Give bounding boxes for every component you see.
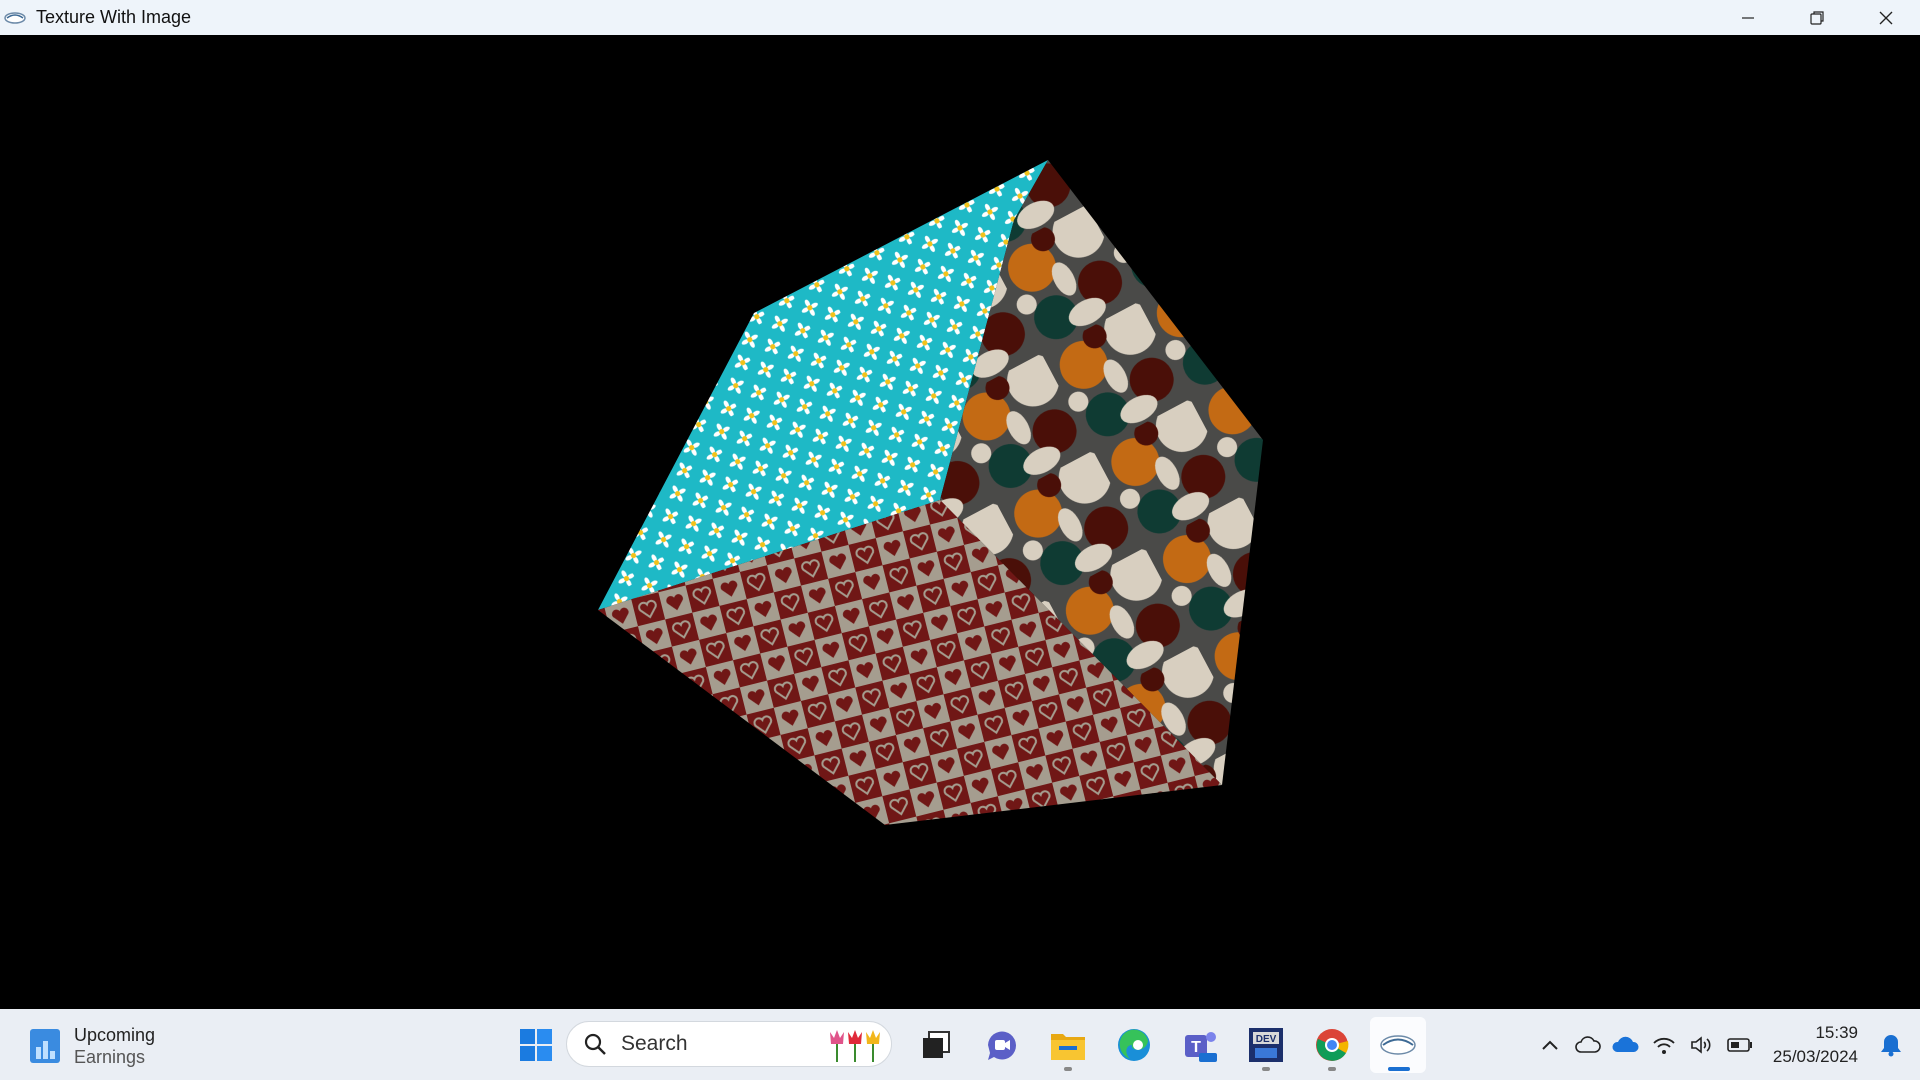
windows-logo-icon	[520, 1029, 552, 1061]
window-title: Texture With Image	[36, 7, 192, 27]
restore-button[interactable]	[1782, 0, 1851, 35]
battery-button[interactable]	[1721, 1026, 1759, 1064]
widgets-button[interactable]: Upcoming Earnings	[28, 1024, 155, 1068]
teams-icon: T	[1185, 1032, 1217, 1062]
taskbar-search[interactable]: Search	[566, 1021, 892, 1067]
widget-title: Upcoming	[74, 1025, 156, 1045]
task-view-button[interactable]	[908, 1017, 964, 1073]
widget-subtitle: Earnings	[74, 1047, 146, 1067]
minimize-button[interactable]	[1713, 0, 1782, 35]
close-button[interactable]	[1851, 0, 1920, 35]
opengl-app-button[interactable]	[1370, 1017, 1426, 1073]
volume-button[interactable]	[1683, 1026, 1721, 1064]
running-indicator	[1064, 1067, 1072, 1071]
restore-icon	[1809, 10, 1824, 25]
devcpp-icon: DEV	[1249, 1028, 1283, 1062]
onedrive-icon	[1612, 1036, 1639, 1052]
close-icon	[1879, 11, 1892, 24]
notifications-button[interactable]	[1872, 1026, 1910, 1064]
chevron-up-icon	[1542, 1040, 1558, 1050]
opengl-viewport[interactable]	[0, 35, 1920, 1009]
running-indicator	[1262, 1067, 1270, 1071]
chat-button[interactable]	[974, 1017, 1030, 1073]
wifi-icon	[1653, 1037, 1675, 1054]
textured-cube	[598, 160, 1263, 825]
chat-icon	[988, 1031, 1016, 1060]
opengl-app-icon	[1380, 1035, 1416, 1055]
cloud-button[interactable]	[1569, 1026, 1607, 1064]
edge-icon	[1118, 1029, 1150, 1061]
devcpp-button[interactable]: DEV	[1238, 1017, 1294, 1073]
file-explorer-icon	[1051, 1034, 1085, 1060]
battery-icon	[1727, 1037, 1752, 1052]
clock[interactable]: 15:39 25/03/2024	[1773, 1021, 1858, 1069]
search-icon	[584, 1033, 606, 1055]
svg-text:T: T	[1191, 1039, 1201, 1056]
active-indicator	[1388, 1067, 1410, 1071]
taskbar: Upcoming Earnings Search T DEV 15:39 25/…	[0, 1009, 1920, 1080]
onedrive-button[interactable]	[1607, 1026, 1645, 1064]
app-icon	[4, 11, 26, 24]
stock-chart-icon	[30, 1029, 60, 1063]
start-button[interactable]	[508, 1017, 564, 1073]
file-explorer-button[interactable]	[1040, 1017, 1096, 1073]
minimize-icon	[1741, 16, 1754, 19]
wifi-button[interactable]	[1645, 1026, 1683, 1064]
chrome-icon	[1316, 1029, 1349, 1061]
clock-date: 25/03/2024	[1772, 1046, 1858, 1066]
svg-text:DEV: DEV	[1256, 1034, 1277, 1045]
clock-time: 15:39	[1815, 1022, 1858, 1042]
bell-icon	[1881, 1034, 1901, 1056]
task-view-icon	[923, 1031, 950, 1058]
edge-button[interactable]	[1106, 1017, 1162, 1073]
tulips-icon	[830, 1030, 880, 1062]
chrome-button[interactable]	[1304, 1017, 1360, 1073]
running-indicator	[1328, 1067, 1336, 1071]
speaker-icon	[1691, 1035, 1711, 1054]
cloud-outline-icon	[1575, 1035, 1601, 1053]
teams-button[interactable]: T	[1172, 1017, 1228, 1073]
window-titlebar: Texture With Image	[0, 0, 1920, 35]
show-hidden-icons-button[interactable]	[1531, 1026, 1569, 1064]
search-placeholder: Search	[621, 1032, 688, 1055]
